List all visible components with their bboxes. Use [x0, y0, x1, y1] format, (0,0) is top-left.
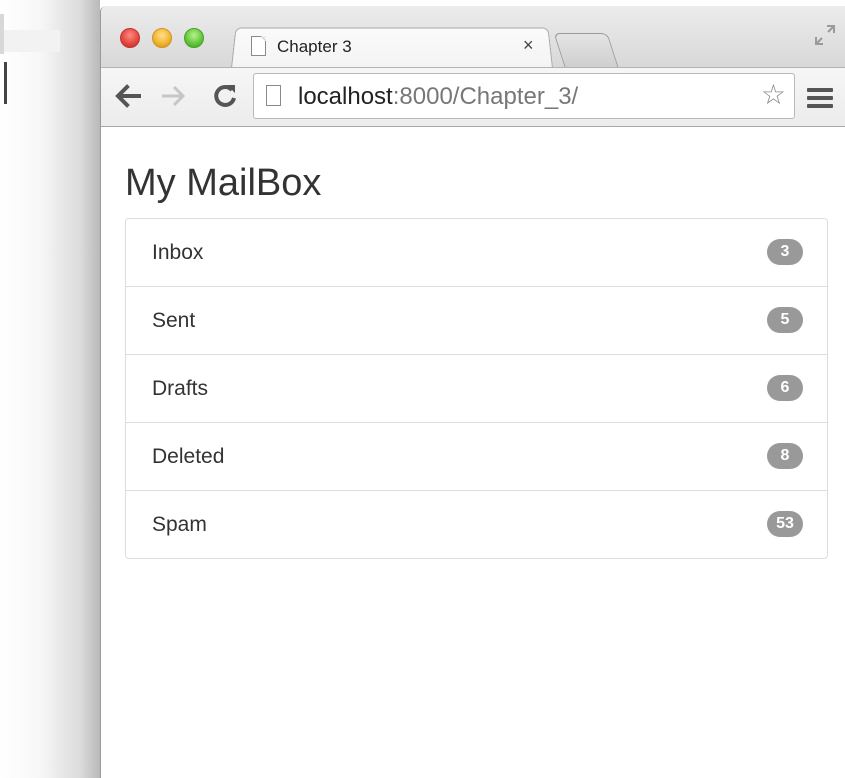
mailbox-list: Inbox 3 Sent 5 Drafts 6 Deleted 8 Spam 5… [125, 218, 828, 559]
item-label: Sent [152, 309, 196, 332]
item-label: Deleted [152, 445, 225, 468]
url-host: localhost [298, 83, 393, 110]
count-badge: 8 [767, 443, 803, 469]
address-bar[interactable]: localhost:8000/Chapter_3/ ☆ [253, 73, 795, 119]
list-item-inbox[interactable]: Inbox 3 [126, 219, 827, 286]
backdrop-window-edge [0, 30, 60, 52]
url-path: :8000/Chapter_3/ [392, 83, 579, 110]
url-text[interactable]: localhost:8000/Chapter_3/ [298, 83, 578, 111]
backdrop-mark [0, 14, 4, 54]
reload-icon[interactable] [210, 81, 240, 111]
count-badge: 3 [767, 239, 803, 265]
tab-title: Chapter 3 [277, 37, 352, 56]
list-item-spam[interactable]: Spam 53 [126, 490, 827, 558]
browser-toolbar: localhost:8000/Chapter_3/ ☆ [101, 67, 845, 127]
bookmark-star-icon[interactable]: ☆ [761, 81, 786, 109]
desktop-backdrop [0, 0, 100, 778]
list-item-deleted[interactable]: Deleted 8 [126, 422, 827, 490]
backdrop-mark [4, 62, 7, 104]
count-badge: 6 [767, 375, 803, 401]
back-arrow-icon[interactable] [113, 81, 143, 111]
item-label: Spam [152, 513, 207, 536]
minimize-window-button[interactable] [152, 28, 172, 48]
count-badge: 53 [767, 511, 803, 537]
menu-icon[interactable] [807, 88, 833, 108]
page-icon [251, 36, 266, 56]
tab-close-icon[interactable]: × [523, 35, 534, 56]
list-item-drafts[interactable]: Drafts 6 [126, 354, 827, 422]
browser-window: Chapter 3 × localhost:8000/Chapter_3/ ☆ [100, 6, 845, 778]
count-badge: 5 [767, 307, 803, 333]
fullscreen-icon[interactable] [814, 24, 836, 46]
page-title: My MailBox [125, 162, 322, 204]
title-bar: Chapter 3 × [101, 6, 845, 69]
new-tab-button[interactable] [553, 33, 619, 67]
item-label: Drafts [152, 377, 209, 400]
forward-arrow-icon[interactable] [158, 81, 188, 111]
page-icon [266, 85, 281, 106]
tab-content: Chapter 3 × [249, 34, 549, 64]
item-label: Inbox [152, 241, 204, 264]
list-item-sent[interactable]: Sent 5 [126, 286, 827, 354]
maximize-window-button[interactable] [184, 28, 204, 48]
close-window-button[interactable] [120, 28, 140, 48]
